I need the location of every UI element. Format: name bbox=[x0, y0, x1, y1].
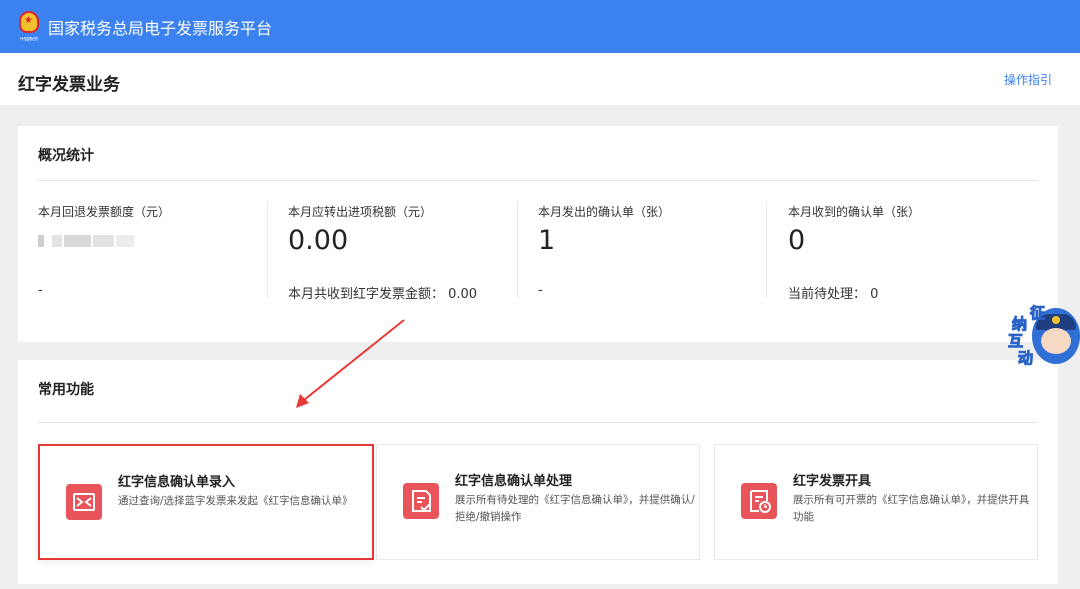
stat-foot: 当前待处理： 0 bbox=[788, 287, 879, 302]
page-header: 红字发票业务 操作指引 bbox=[0, 53, 1080, 105]
operation-guide-link[interactable]: 操作指引 bbox=[1004, 71, 1052, 88]
divider bbox=[517, 202, 518, 298]
common-functions-card: 常用功能 红字信息确认单录入 通过查询/选择蓝字发票来发起《红字信息确认单》 红… bbox=[18, 360, 1058, 584]
function-title: 红字信息确认单录入 bbox=[118, 475, 236, 490]
divider bbox=[766, 202, 767, 298]
function-description: 展示所有可开票的《红字信息确认单》，并提供开具功能 bbox=[793, 494, 1030, 523]
stat-value: 0.00 bbox=[288, 225, 349, 256]
divider bbox=[267, 202, 268, 298]
stat-value: 1 bbox=[538, 225, 556, 256]
stat-foot: 本月共收到红字发票金额： 0.00 bbox=[288, 287, 478, 302]
stat-input-tax-transfer: 本月应转出进项税额（元） 0.00 本月共收到红字发票金额： 0.00 bbox=[288, 203, 518, 303]
stat-label: 本月应转出进项税额（元） bbox=[288, 205, 433, 219]
function-title: 红字发票开具 bbox=[793, 474, 872, 489]
function-card-red-invoice-issue[interactable]: 红字发票开具 展示所有可开票的《红字信息确认单》，并提供开具功能 bbox=[714, 444, 1038, 560]
invoice-clock-icon bbox=[741, 483, 777, 519]
divider bbox=[38, 422, 1038, 423]
swap-arrows-icon bbox=[66, 484, 102, 520]
mascot-label-char: 征 bbox=[1029, 304, 1046, 323]
mascot-label-char: 动 bbox=[1017, 349, 1034, 368]
function-description: 通过查询/选择蓝字发票来发起《红字信息确认单》 bbox=[118, 495, 353, 507]
overview-title: 概况统计 bbox=[38, 148, 94, 164]
overview-stats-card: 概况统计 本月回退发票额度（元） - 本月应转出进项税额（元） 0.00 本月共… bbox=[18, 126, 1058, 342]
tax-interaction-mascot[interactable]: 征 纳 互 动 bbox=[1004, 300, 1080, 372]
functions-title: 常用功能 bbox=[38, 382, 94, 398]
top-bar: ★ 中国税务 国家税务总局电子发票服务平台 bbox=[0, 0, 1080, 53]
stat-label: 本月回退发票额度（元） bbox=[38, 205, 171, 219]
stat-value: 0 bbox=[788, 225, 806, 256]
divider bbox=[38, 180, 1038, 181]
stat-label: 本月收到的确认单（张） bbox=[788, 205, 921, 219]
stat-foot: - bbox=[38, 283, 43, 298]
function-card-confirmation-entry[interactable]: 红字信息确认单录入 通过查询/选择蓝字发票来发起《红字信息确认单》 bbox=[38, 444, 374, 560]
platform-title: 国家税务总局电子发票服务平台 bbox=[48, 18, 273, 38]
function-description: 展示所有待处理的《红字信息确认单》，并提供确认/拒绝/撤销操作 bbox=[455, 494, 695, 523]
tax-emblem-logo: ★ 中国税务 bbox=[16, 9, 42, 45]
stat-foot: - bbox=[538, 283, 543, 298]
document-check-icon bbox=[403, 483, 439, 519]
redacted-value bbox=[38, 235, 134, 247]
page-title: 红字发票业务 bbox=[18, 75, 120, 95]
function-card-confirmation-processing[interactable]: 红字信息确认单处理 展示所有待处理的《红字信息确认单》，并提供确认/拒绝/撤销操… bbox=[376, 444, 700, 560]
stat-received-confirmations: 本月收到的确认单（张） 0 当前待处理： 0 bbox=[788, 203, 1018, 303]
function-title: 红字信息确认单处理 bbox=[455, 474, 573, 489]
stat-returned-quota: 本月回退发票额度（元） - bbox=[38, 203, 268, 303]
stat-sent-confirmations: 本月发出的确认单（张） 1 - bbox=[538, 203, 768, 303]
stat-label: 本月发出的确认单（张） bbox=[538, 205, 671, 219]
